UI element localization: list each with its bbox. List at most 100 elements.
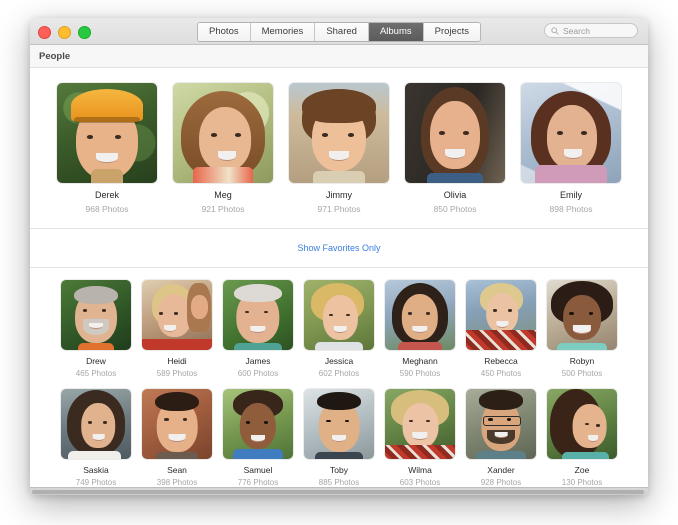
- portrait-toby: [304, 389, 374, 459]
- person-thumbnail[interactable]: [304, 389, 374, 459]
- person-name: Jimmy: [326, 190, 352, 200]
- tab-shared[interactable]: Shared: [315, 23, 369, 41]
- portrait-derek: [57, 83, 157, 183]
- person-card-toby[interactable]: Toby 885 Photos: [304, 389, 374, 488]
- person-thumbnail[interactable]: [61, 280, 131, 350]
- person-name: Saskia: [83, 465, 109, 475]
- person-count: 971 Photos: [317, 204, 361, 214]
- person-thumbnail[interactable]: [223, 280, 293, 350]
- person-thumbnail[interactable]: [547, 389, 617, 459]
- tab-photos[interactable]: Photos: [198, 23, 251, 41]
- person-name: Derek: [94, 190, 119, 200]
- portrait-wilma: [385, 389, 455, 459]
- scrollbar-thumb[interactable]: [32, 490, 644, 494]
- person-card-olivia[interactable]: Olivia 850 Photos: [405, 83, 505, 214]
- person-thumbnail[interactable]: [405, 83, 505, 183]
- person-count: 898 Photos: [549, 204, 593, 214]
- photos-app-window: Photos Memories Shared Albums Projects S…: [30, 18, 648, 495]
- person-thumbnail[interactable]: [142, 389, 212, 459]
- person-card-drew[interactable]: Drew 465 Photos: [61, 280, 131, 379]
- person-card-james[interactable]: James 600 Photos: [223, 280, 293, 379]
- portrait-drew: [61, 280, 131, 350]
- person-thumbnail[interactable]: [521, 83, 621, 183]
- portrait-samuel: [223, 389, 293, 459]
- traffic-light-buttons: [38, 26, 91, 39]
- person-name: Robyn: [569, 356, 595, 366]
- person-card-heidi[interactable]: Heidi 589 Photos: [142, 280, 212, 379]
- person-name: Zoe: [574, 465, 590, 475]
- person-thumbnail[interactable]: [385, 280, 455, 350]
- glasses-icon: [482, 415, 522, 426]
- person-card-saskia[interactable]: Saskia 749 Photos: [61, 389, 131, 488]
- person-name: Samuel: [243, 465, 273, 475]
- person-thumbnail[interactable]: [466, 389, 536, 459]
- person-card-meghann[interactable]: Meghann 590 Photos: [385, 280, 455, 379]
- person-card-meg[interactable]: Meg 921 Photos: [173, 83, 273, 214]
- page-title: People: [39, 50, 71, 62]
- section-header: People: [30, 45, 648, 68]
- person-count: 602 Photos: [318, 369, 360, 378]
- person-name: Xander: [487, 465, 515, 475]
- person-thumbnail[interactable]: [142, 280, 212, 350]
- person-count: 465 Photos: [75, 369, 117, 378]
- people-content-area: Derek 968 Photos Meg 921 Photos Jimmy 97…: [30, 68, 648, 495]
- portrait-meghann: [385, 280, 455, 350]
- tab-albums[interactable]: Albums: [368, 23, 424, 41]
- person-count: 590 Photos: [399, 369, 441, 378]
- person-count: 968 Photos: [85, 204, 129, 214]
- person-name: James: [245, 356, 271, 366]
- person-card-emily[interactable]: Emily 898 Photos: [521, 83, 621, 214]
- person-name: Toby: [330, 465, 348, 475]
- portrait-zoe: [547, 389, 617, 459]
- person-card-wilma[interactable]: Wilma 603 Photos: [385, 389, 455, 488]
- view-tab-bar: Photos Memories Shared Albums Projects: [197, 22, 481, 42]
- person-card-jimmy[interactable]: Jimmy 971 Photos: [289, 83, 389, 214]
- horizontal-scrollbar[interactable]: [30, 487, 648, 495]
- person-thumbnail[interactable]: [289, 83, 389, 183]
- person-thumbnail[interactable]: [466, 280, 536, 350]
- show-favorites-only-link[interactable]: Show Favorites Only: [297, 243, 380, 253]
- tab-memories[interactable]: Memories: [250, 23, 316, 41]
- portrait-emily: [521, 83, 621, 183]
- portrait-saskia: [61, 389, 131, 459]
- person-thumbnail[interactable]: [304, 280, 374, 350]
- person-thumbnail[interactable]: [173, 83, 273, 183]
- person-card-jessica[interactable]: Jessica 602 Photos: [304, 280, 374, 379]
- person-count: 589 Photos: [156, 369, 198, 378]
- search-field[interactable]: Search: [544, 23, 638, 38]
- people-row: Drew 465 Photos Heidi 589 Photos James 6…: [30, 280, 648, 379]
- all-people-grid: Drew 465 Photos Heidi 589 Photos James 6…: [30, 268, 648, 488]
- minimize-window-icon[interactable]: [58, 26, 71, 39]
- zoom-window-icon[interactable]: [78, 26, 91, 39]
- search-icon: [551, 26, 559, 35]
- person-thumbnail[interactable]: [57, 83, 157, 183]
- person-count: 450 Photos: [480, 369, 522, 378]
- person-card-xander[interactable]: Xander 928 Photos: [466, 389, 536, 488]
- portrait-heidi: [142, 280, 212, 350]
- person-name: Sean: [167, 465, 187, 475]
- desktop-background: Photos Memories Shared Albums Projects S…: [0, 0, 678, 525]
- close-window-icon[interactable]: [38, 26, 51, 39]
- person-card-samuel[interactable]: Samuel 776 Photos: [223, 389, 293, 488]
- person-card-rebecca[interactable]: Rebecca 450 Photos: [466, 280, 536, 379]
- person-count: 850 Photos: [433, 204, 477, 214]
- person-name: Emily: [560, 190, 582, 200]
- person-thumbnail[interactable]: [547, 280, 617, 350]
- person-card-robyn[interactable]: Robyn 500 Photos: [547, 280, 617, 379]
- person-card-derek[interactable]: Derek 968 Photos: [57, 83, 157, 214]
- person-count: 921 Photos: [201, 204, 245, 214]
- person-name: Jessica: [324, 356, 354, 366]
- portrait-jimmy: [289, 83, 389, 183]
- person-thumbnail[interactable]: [61, 389, 131, 459]
- portrait-jessica: [304, 280, 374, 350]
- tab-projects[interactable]: Projects: [423, 23, 480, 41]
- person-name: Meg: [214, 190, 232, 200]
- portrait-olivia: [405, 83, 505, 183]
- person-count: 500 Photos: [561, 369, 603, 378]
- person-card-sean[interactable]: Sean 398 Photos: [142, 389, 212, 488]
- person-count: 600 Photos: [237, 369, 279, 378]
- person-thumbnail[interactable]: [385, 389, 455, 459]
- person-thumbnail[interactable]: [223, 389, 293, 459]
- person-card-zoe[interactable]: Zoe 130 Photos: [547, 389, 617, 488]
- portrait-sean: [142, 389, 212, 459]
